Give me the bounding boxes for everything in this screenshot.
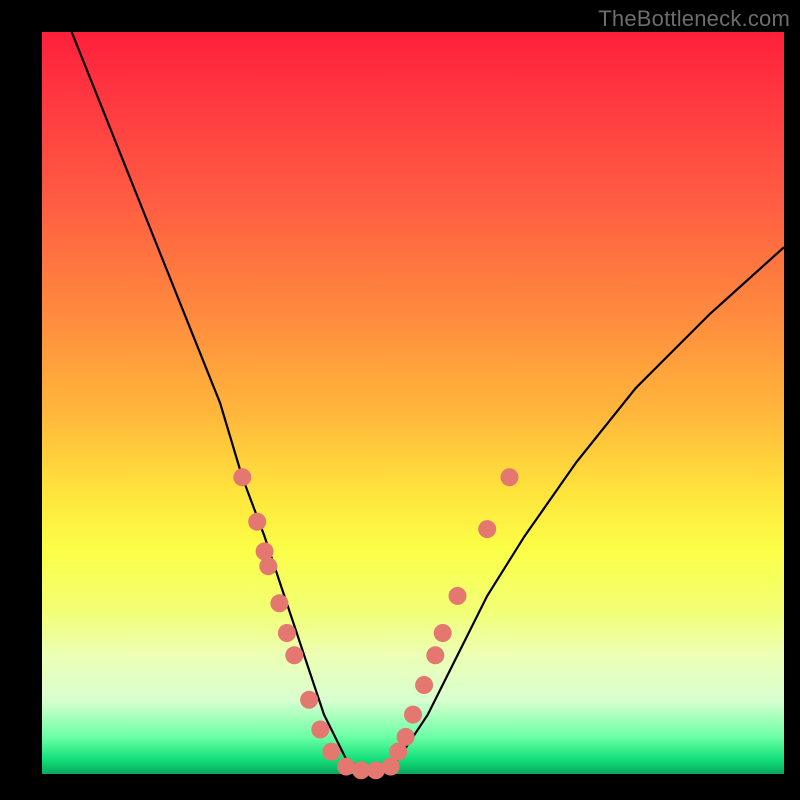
curve-marker (270, 594, 288, 612)
curve-marker (233, 468, 251, 486)
curve-marker (311, 721, 329, 739)
curve-marker (501, 468, 519, 486)
curve-marker (322, 743, 340, 761)
curve-marker (478, 520, 496, 538)
watermark-text: TheBottleneck.com (598, 6, 790, 32)
curve-marker (259, 557, 277, 575)
plot-area (42, 32, 784, 774)
chart-frame: TheBottleneck.com (0, 0, 800, 800)
curve-marker (278, 624, 296, 642)
curve-marker (397, 728, 415, 746)
curve-marker (449, 587, 467, 605)
curve-svg (42, 32, 784, 774)
curve-marker (248, 513, 266, 531)
curve-marker (434, 624, 452, 642)
bottleneck-curve (72, 32, 784, 774)
curve-marker (300, 691, 318, 709)
curve-marker (426, 646, 444, 664)
curve-marker (415, 676, 433, 694)
curve-marker (404, 706, 422, 724)
curve-marker (285, 646, 303, 664)
curve-markers (233, 468, 518, 779)
